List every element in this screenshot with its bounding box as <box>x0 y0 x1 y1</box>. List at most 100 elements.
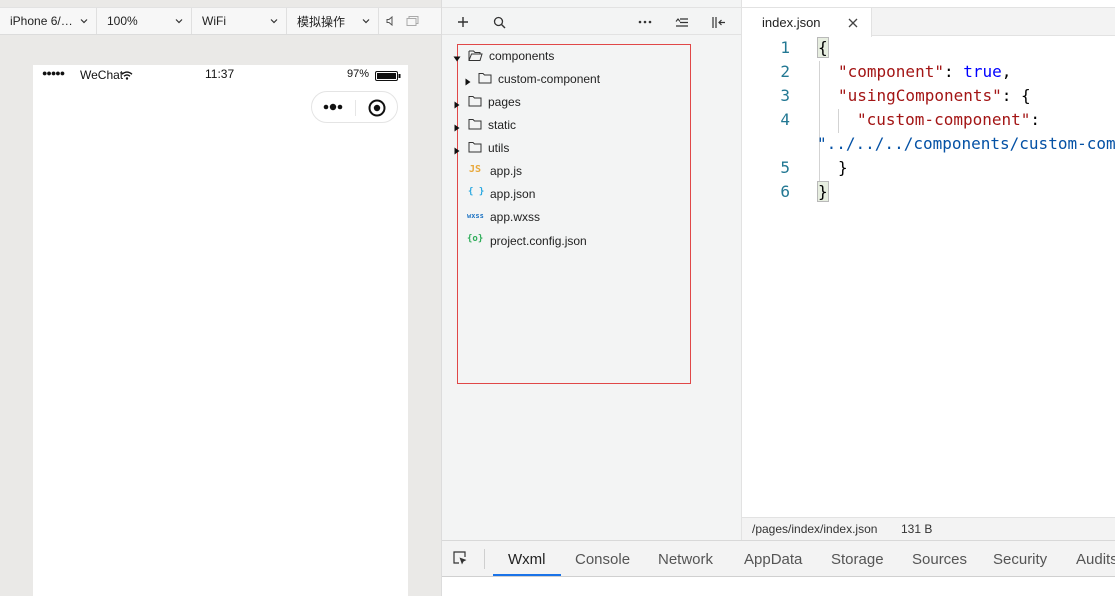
signal-strength: ●●●●● <box>42 68 65 78</box>
battery-icon <box>375 70 401 84</box>
json-key: "usingComponents" <box>838 86 1002 105</box>
simulator-pane: iPhone 6/… 100% WiFi 模拟操作 ●●●●● WeChat 1… <box>0 0 442 596</box>
chevron-down-icon <box>80 17 88 25</box>
tab-security[interactable]: Security <box>993 551 1047 568</box>
zoom-select-label: 100% <box>107 14 138 28</box>
tree-label: app.wxss <box>490 210 541 224</box>
line-number: 4 <box>780 110 790 129</box>
tree-folder-utils[interactable]: utils <box>454 138 690 158</box>
inspect-element-icon[interactable] <box>452 550 468 569</box>
file-explorer: components custom-component pages static… <box>442 0 742 540</box>
more-dots-icon[interactable] <box>322 101 346 116</box>
bracket-match: } <box>817 181 829 202</box>
phone-screen: ●●●●● WeChat 11:37 97% <box>33 65 408 596</box>
json-punct: } <box>838 158 848 177</box>
close-circle-icon[interactable] <box>367 98 387 121</box>
wifi-icon <box>121 69 133 83</box>
more-icon[interactable] <box>635 12 655 32</box>
editor-status-bar: /pages/index/index.json 131 B <box>742 517 1115 540</box>
caret-right-icon[interactable] <box>453 98 461 109</box>
json-punct: : <box>943 62 964 81</box>
code-area[interactable]: 1 2 3 4 5 6 { "component": true, "usingC… <box>742 36 1115 516</box>
network-select-label: WiFi <box>202 14 226 28</box>
json-key: "custom-component" <box>857 110 1031 129</box>
code-line-4-wrap: "../../../components/custom-component/cu… <box>817 134 1115 153</box>
json-punct: : { <box>1001 86 1031 105</box>
file-size: 131 B <box>901 522 933 536</box>
folder-icon <box>468 95 482 110</box>
caret-down-icon[interactable] <box>453 52 461 62</box>
capsule-divider <box>355 100 356 116</box>
toolbar-divider <box>484 549 485 569</box>
code-line-2: "component": true, <box>838 62 1011 81</box>
code-line-4: "custom-component": <box>857 110 1040 129</box>
folder-icon <box>478 72 492 87</box>
tree-folder-pages[interactable]: pages <box>454 92 690 112</box>
sort-icon[interactable] <box>672 12 692 32</box>
json-punct: , <box>1001 62 1012 81</box>
tree-label: app.js <box>490 164 523 178</box>
close-icon[interactable] <box>848 17 858 31</box>
simulate-operation-select[interactable]: 模拟操作 <box>287 8 379 34</box>
device-select-label: iPhone 6/… <box>10 14 73 28</box>
search-icon[interactable] <box>489 12 509 32</box>
battery-percent: 97% <box>347 68 370 80</box>
simulate-operation-label: 模拟操作 <box>297 14 346 29</box>
zoom-select[interactable]: 100% <box>97 8 192 34</box>
line-number: 6 <box>780 182 790 201</box>
menu-capsule <box>311 91 398 123</box>
caret-right-icon[interactable] <box>453 121 461 132</box>
tab-sources[interactable]: Sources <box>912 551 967 568</box>
mute-speaker-icon[interactable] <box>379 8 401 34</box>
file-tree: components custom-component pages static… <box>453 44 691 384</box>
tree-label: static <box>488 118 517 132</box>
tree-file-app-json[interactable]: { } app.json <box>458 184 690 204</box>
collapse-panel-icon[interactable] <box>709 12 729 32</box>
json-key: "component" <box>838 62 944 81</box>
bracket-match: { <box>817 37 829 58</box>
devtools-tab-bar: Wxml Console Network AppData Storage Sou… <box>442 541 1115 577</box>
window-icon[interactable] <box>401 8 423 34</box>
folder-open-icon <box>468 49 483 65</box>
code-editor: index.json 1 2 3 4 5 6 { "component": tr… <box>742 0 1115 540</box>
editor-tab-strip: index.json <box>742 7 1115 37</box>
tab-appdata[interactable]: AppData <box>744 551 802 568</box>
chevron-down-icon <box>175 17 183 25</box>
code-line-1: { <box>817 37 829 58</box>
caret-right-icon[interactable] <box>453 144 461 155</box>
folder-icon <box>468 118 482 133</box>
tree-label: pages <box>488 95 521 109</box>
tab-console[interactable]: Console <box>575 551 630 568</box>
folder-icon <box>468 141 482 156</box>
carrier-name: WeChat <box>80 68 124 82</box>
line-number: 5 <box>780 158 790 177</box>
tab-network[interactable]: Network <box>658 551 713 568</box>
device-select[interactable]: iPhone 6/… <box>0 8 97 34</box>
chevron-down-icon <box>270 17 278 25</box>
wxss-file-icon: wxss <box>467 212 484 220</box>
json-file-icon: { } <box>468 187 485 197</box>
json-punct: : <box>1030 110 1041 129</box>
tab-storage[interactable]: Storage <box>831 551 884 568</box>
tree-file-project-config[interactable]: {o} project.config.json <box>458 231 690 251</box>
tree-folder-components[interactable]: components <box>453 46 690 66</box>
tree-label: components <box>489 49 555 63</box>
tree-folder-static[interactable]: static <box>454 115 690 135</box>
config-file-icon: {o} <box>467 234 484 244</box>
line-number: 1 <box>780 38 790 57</box>
tree-file-app-wxss[interactable]: wxss app.wxss <box>458 207 690 227</box>
tab-wxml[interactable]: Wxml <box>508 551 546 568</box>
tab-audits[interactable]: Audits <box>1076 551 1115 568</box>
tab-index-json[interactable]: index.json <box>742 8 872 37</box>
tab-label: index.json <box>762 15 821 30</box>
plus-icon[interactable] <box>453 12 473 32</box>
tree-folder-custom-component[interactable]: custom-component <box>458 69 690 89</box>
phone-status-bar: ●●●●● WeChat 11:37 97% <box>33 65 408 85</box>
json-string: "../../../components/custom-component/cu… <box>817 134 1115 153</box>
network-select[interactable]: WiFi <box>192 8 287 34</box>
caret-right-icon[interactable] <box>464 75 472 86</box>
active-tab-indicator <box>493 574 561 576</box>
explorer-toolbar <box>442 7 741 35</box>
tree-label: utils <box>488 141 510 155</box>
tree-file-app-js[interactable]: JS app.js <box>458 161 690 181</box>
